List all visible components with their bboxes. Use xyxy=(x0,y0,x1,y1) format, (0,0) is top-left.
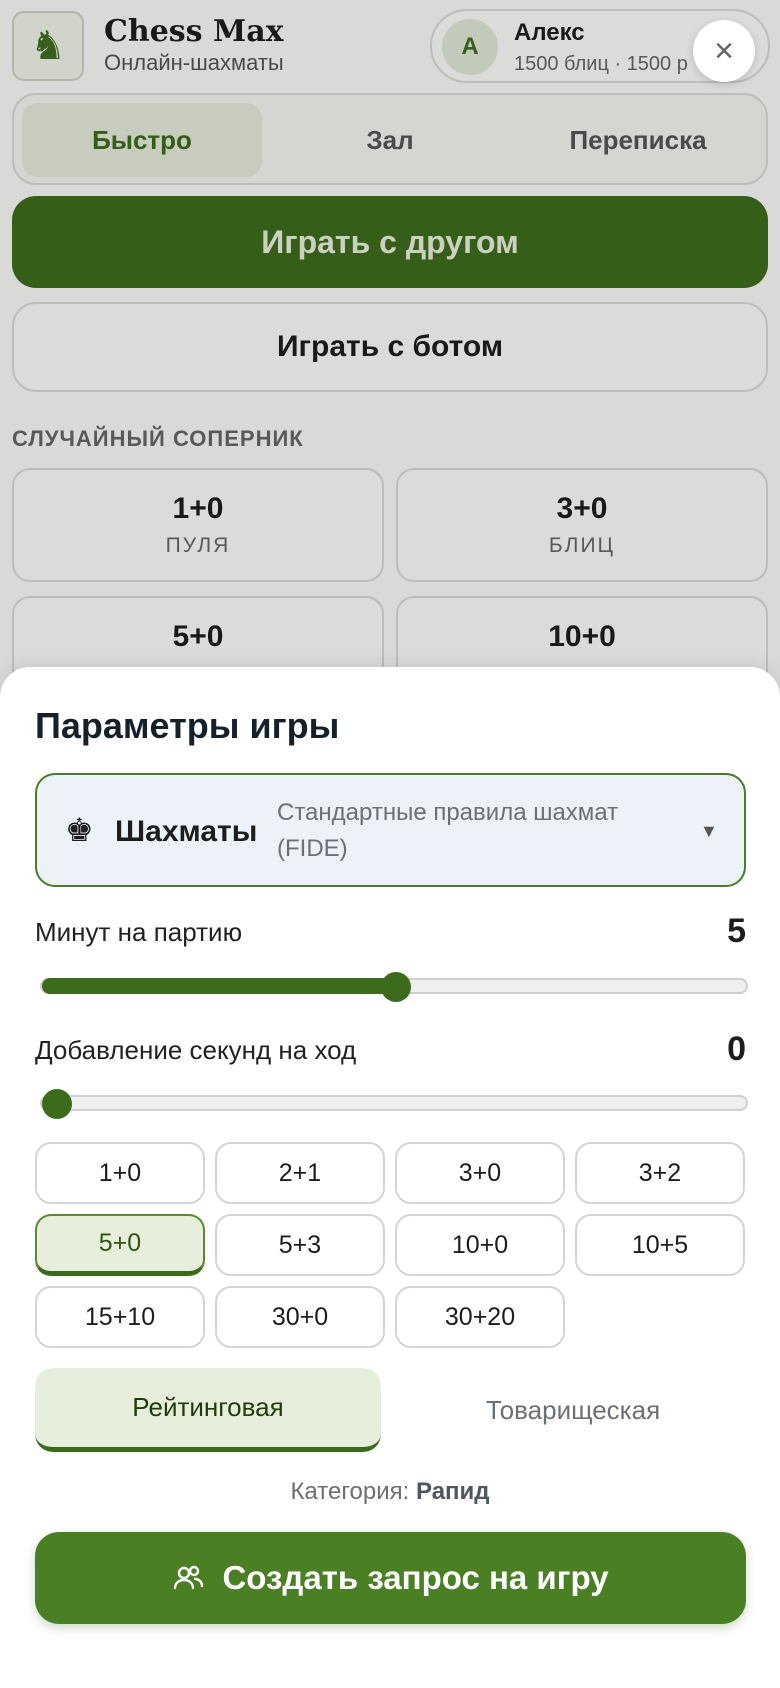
casual-mode-button[interactable]: Товарищеская xyxy=(400,1368,746,1452)
minutes-slider-fill xyxy=(42,978,396,994)
variant-select[interactable]: ♚ Шахматы Стандартные правила шахмат (FI… xyxy=(35,773,746,887)
create-game-request-button[interactable]: Создать запрос на игру xyxy=(35,1532,746,1624)
variant-description: Стандартные правила шахмат (FIDE) xyxy=(277,799,619,862)
time-preset-button[interactable]: 3+2 xyxy=(575,1142,745,1204)
create-button-label: Создать запрос на игру xyxy=(222,1559,609,1596)
king-icon: ♚ xyxy=(65,812,94,848)
time-preset-button[interactable]: 30+20 xyxy=(395,1286,565,1348)
category-line: Категория: Рапид xyxy=(0,1478,780,1506)
time-preset-button[interactable]: 15+10 xyxy=(35,1286,205,1348)
minutes-slider[interactable] xyxy=(40,972,748,1002)
minutes-label: Минут на партию xyxy=(35,917,243,947)
game-settings-sheet: Параметры игры ♚ Шахматы Стандартные пра… xyxy=(0,667,780,1688)
time-preset-button[interactable]: 2+1 xyxy=(215,1142,385,1204)
category-value: Рапид xyxy=(416,1478,490,1505)
sheet-title: Параметры игры xyxy=(35,705,340,746)
users-icon xyxy=(174,1565,204,1590)
time-preset-button[interactable]: 1+0 xyxy=(35,1142,205,1204)
rated-mode-button[interactable]: Рейтинговая xyxy=(35,1368,381,1452)
increment-value: 0 xyxy=(727,1030,746,1068)
increment-slider-thumb[interactable] xyxy=(42,1089,72,1119)
chevron-down-icon: ▼ xyxy=(700,821,718,841)
minutes-slider-thumb[interactable] xyxy=(381,972,411,1002)
close-icon[interactable]: × xyxy=(693,20,755,82)
variant-name: Шахматы xyxy=(115,815,258,848)
increment-slider[interactable] xyxy=(40,1089,748,1119)
minutes-value: 5 xyxy=(727,912,746,950)
time-preset-button[interactable]: 10+5 xyxy=(575,1214,745,1276)
category-label: Категория: xyxy=(290,1478,410,1505)
time-preset-button[interactable]: 5+0 xyxy=(35,1214,205,1276)
time-preset-button[interactable]: 10+0 xyxy=(395,1214,565,1276)
time-preset-button[interactable]: 3+0 xyxy=(395,1142,565,1204)
increment-label: Добавление секунд на ход xyxy=(35,1035,357,1065)
time-preset-button[interactable]: 30+0 xyxy=(215,1286,385,1348)
time-preset-button[interactable]: 5+3 xyxy=(215,1214,385,1276)
